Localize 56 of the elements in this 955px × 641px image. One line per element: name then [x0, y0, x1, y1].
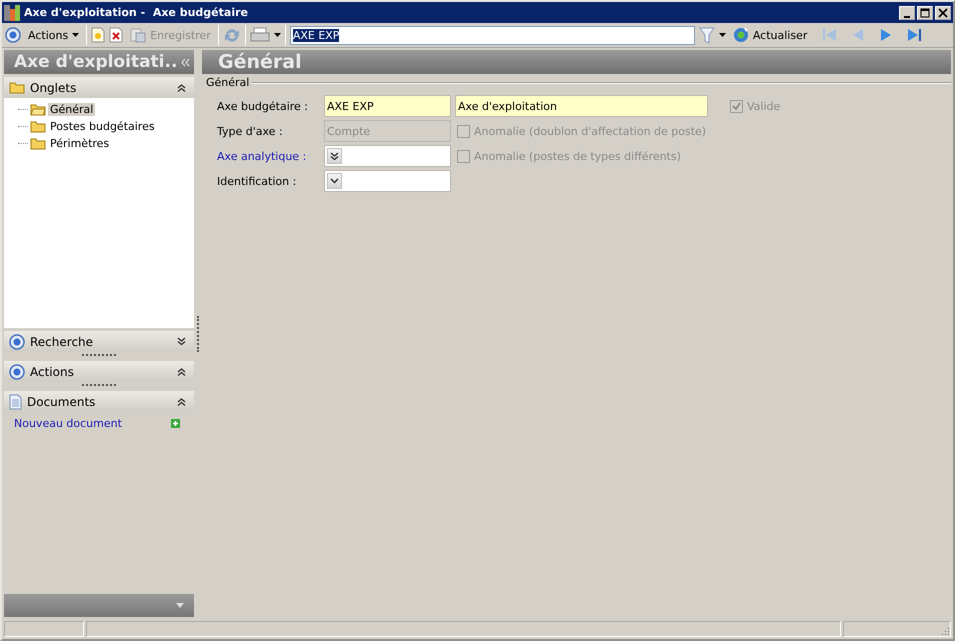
collapse-icon[interactable]: [177, 397, 186, 406]
group-title: Général: [206, 76, 250, 89]
add-icon[interactable]: [171, 419, 180, 428]
refresh-button[interactable]: Actualiser: [730, 27, 810, 43]
text-field[interactable]: AXE EXP: [324, 95, 451, 117]
app-icon: [4, 4, 20, 20]
window-title: Axe d'exploitation - Axe budgétaire: [24, 6, 249, 19]
checkbox-label: Valide: [747, 100, 780, 112]
resize-grip-icon[interactable]: [940, 626, 950, 636]
field-link[interactable]: Axe analytique :: [217, 150, 320, 162]
tree-item[interactable]: Périmètres: [48, 136, 112, 150]
text-field[interactable]: Axe d'exploitation: [455, 95, 708, 117]
sidebar-title: Axe d'exploitati..: [14, 52, 178, 72]
caret-icon[interactable]: [718, 33, 726, 37]
dropdown-field[interactable]: [324, 170, 451, 192]
section-header[interactable]: Recherche: [4, 331, 194, 352]
new-document-link[interactable]: Nouveau document: [14, 417, 122, 430]
tree-item[interactable]: Postes budgétaires: [48, 120, 157, 132]
content-title: Général: [218, 51, 302, 73]
section-title: Recherche: [30, 334, 94, 348]
target-icon[interactable]: [5, 27, 21, 43]
delete-icon[interactable]: [109, 27, 124, 43]
document-icon: [9, 394, 22, 410]
caret-icon: [72, 33, 80, 37]
collapse-panel-icon[interactable]: [181, 58, 190, 66]
section-title: Actions: [30, 364, 75, 378]
field-label: Type d'axe :: [217, 124, 284, 138]
tree-item[interactable]: Général: [48, 102, 96, 116]
section-header[interactable]: Documents: [4, 391, 194, 412]
refresh-icon: [732, 27, 749, 43]
double-chevron-icon[interactable]: [330, 152, 339, 160]
folder-icon: [30, 136, 46, 150]
collapse-icon[interactable]: [177, 83, 186, 92]
expand-icon[interactable]: [177, 337, 186, 346]
section-title: Documents: [27, 394, 96, 408]
section-header[interactable]: Actions: [4, 361, 194, 382]
target-icon: [9, 364, 25, 380]
open-folder-icon: [30, 102, 46, 116]
chevron-icon[interactable]: [330, 178, 339, 184]
target-icon: [9, 334, 25, 350]
checkbox-label: Anomalie (postes de types différents): [474, 150, 681, 162]
section-header[interactable]: Onglets: [4, 77, 194, 98]
caret-icon[interactable]: [274, 33, 281, 37]
section-title: Onglets: [30, 80, 78, 94]
new-document-icon[interactable]: [91, 27, 106, 43]
save-icon: [130, 27, 146, 43]
search-field[interactable]: AXE EXP: [290, 26, 695, 44]
field-label: Axe budgétaire :: [217, 100, 310, 112]
actions-menu-button[interactable]: Actions: [25, 28, 82, 42]
folder-icon: [30, 120, 46, 132]
folder-icon: [9, 81, 25, 94]
checkbox-label: Anomalie (doublon d'affectation de poste): [474, 124, 706, 138]
field-label: Identification :: [217, 174, 298, 188]
last-record-icon[interactable]: [906, 27, 922, 43]
collapse-icon[interactable]: [177, 367, 186, 376]
lookup-field[interactable]: [324, 145, 451, 167]
